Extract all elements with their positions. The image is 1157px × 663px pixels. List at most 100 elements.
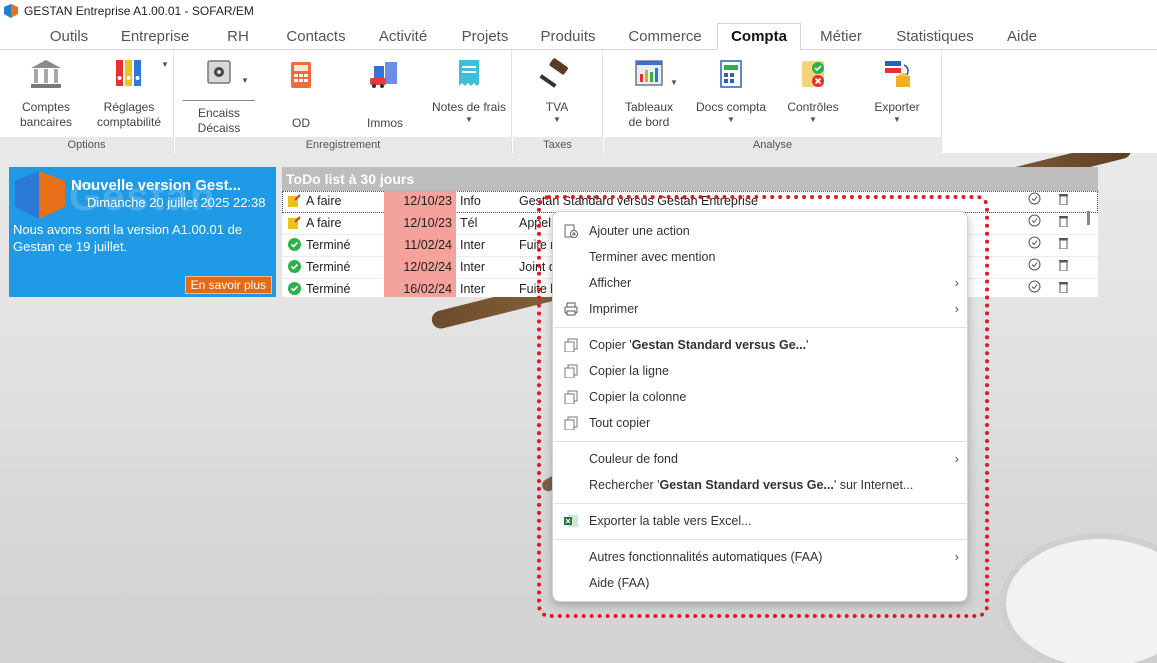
todo-status-cell: A faire xyxy=(288,213,384,235)
todo-status-text: Terminé xyxy=(306,282,351,296)
tab-metier[interactable]: Métier xyxy=(808,26,874,50)
tab-rh[interactable]: RH xyxy=(210,26,266,50)
reglages-label-1: Réglages xyxy=(103,100,155,114)
todo-scrollbar[interactable] xyxy=(1087,211,1090,225)
menu-item-label-value: Gestan Standard versus Ge... xyxy=(659,478,834,492)
context-menu: Ajouter une action Terminer avec mention… xyxy=(552,211,968,602)
exporter-button[interactable]: Exporter ▼ xyxy=(862,56,932,125)
exporter-caret-icon: ▼ xyxy=(893,115,901,124)
trash-icon[interactable] xyxy=(1058,213,1072,235)
encaiss-label-1: Encaiss xyxy=(197,106,241,120)
menu-item-label: Terminer avec mention xyxy=(589,250,716,264)
comptes-bancaires-label-1: Comptes xyxy=(21,100,71,114)
trash-icon[interactable] xyxy=(1058,257,1072,279)
menu-item-exporter-excel[interactable]: Exporter la table vers Excel... xyxy=(554,508,968,534)
menu-item-label: Copier la ligne xyxy=(589,364,669,378)
tab-commerce[interactable]: Commerce xyxy=(616,26,714,50)
todo-date-cell: 12/10/23 xyxy=(384,191,456,213)
news-body: Nous avons sorti la version A1.00.01 de … xyxy=(13,222,243,254)
mark-done-icon[interactable] xyxy=(1028,257,1044,279)
notes-de-frais-button[interactable]: Notes de frais ▼ xyxy=(429,56,509,125)
copy-icon xyxy=(564,390,578,404)
group-label-analyse: Analyse xyxy=(604,137,941,153)
dashboard-icon xyxy=(635,60,663,86)
app-logo-icon xyxy=(4,4,18,18)
od-label: OD xyxy=(292,116,310,130)
bank-icon xyxy=(31,60,61,88)
tableaux-de-bord-button[interactable]: Tableaux de bord xyxy=(614,56,684,130)
tableaux-dropdown-caret-icon[interactable]: ▼ xyxy=(670,78,678,87)
tab-projets[interactable]: Projets xyxy=(450,26,520,50)
mark-done-icon[interactable] xyxy=(1028,213,1044,235)
tab-produits[interactable]: Produits xyxy=(530,26,606,50)
docs-compta-button[interactable]: Docs compta ▼ xyxy=(694,56,768,125)
ribbon-group-options: Comptes bancaires Réglages comptabilité … xyxy=(0,50,174,153)
gavel-icon xyxy=(539,58,568,88)
od-button[interactable]: OD xyxy=(271,56,331,131)
group-label-taxes: Taxes xyxy=(513,137,602,153)
comptes-bancaires-button[interactable]: Comptes bancaires xyxy=(10,56,82,130)
menu-item-label: Tout copier xyxy=(589,416,651,430)
encaiss-decaiss-button[interactable]: Encaiss Décaiss xyxy=(181,56,257,136)
controles-caret-icon: ▼ xyxy=(809,115,817,124)
immos-button[interactable]: Immos xyxy=(355,56,415,131)
menu-item-label: Exporter la table vers Excel... xyxy=(589,514,752,528)
menu-item-copier-colonne[interactable]: Copier la colonne xyxy=(554,384,968,410)
menu-item-label: Imprimer xyxy=(589,302,639,316)
tab-compta[interactable]: Compta xyxy=(717,23,801,51)
menu-item-autres-faa[interactable]: Autres fonctionnalités automatiques (FAA… xyxy=(554,544,968,570)
todo-date-cell: 12/02/24 xyxy=(384,257,456,279)
reglages-dropdown-caret-icon[interactable]: ▼ xyxy=(161,60,169,69)
exporter-label: Exporter xyxy=(874,100,920,114)
news-title: Nouvelle version Gest... xyxy=(71,177,242,194)
menu-item-aide-faa[interactable]: Aide (FAA) xyxy=(554,570,968,596)
controles-button[interactable]: Contrôles ▼ xyxy=(780,56,846,125)
tab-contacts[interactable]: Contacts xyxy=(276,26,356,50)
menu-item-couleur-fond[interactable]: Couleur de fond › xyxy=(554,446,968,472)
trash-icon[interactable] xyxy=(1058,279,1072,297)
todo-status-text: A faire xyxy=(306,216,342,230)
trash-icon[interactable] xyxy=(1058,235,1072,257)
ribbon: Comptes bancaires Réglages comptabilité … xyxy=(0,50,942,153)
mark-done-icon[interactable] xyxy=(1028,191,1044,213)
todo-type-cell: Inter xyxy=(460,260,486,274)
menu-item-copier-cellule[interactable]: Copier 'Gestan Standard versus Ge...' xyxy=(554,332,968,358)
reglages-comptabilite-button[interactable]: Réglages comptabilité xyxy=(90,56,168,130)
menu-item-tout-copier[interactable]: Tout copier xyxy=(554,410,968,436)
tab-entreprise[interactable]: Entreprise xyxy=(110,26,200,50)
submenu-arrow-icon: › xyxy=(954,451,959,466)
ribbon-group-enregistrement: Encaiss Décaiss ▼ OD Immos Notes de frai… xyxy=(175,50,512,153)
encaiss-dropdown-caret-icon[interactable]: ▼ xyxy=(241,76,249,85)
todo-type-cell: Info xyxy=(460,194,481,208)
mark-done-icon[interactable] xyxy=(1028,235,1044,257)
menu-item-rechercher-internet[interactable]: Rechercher 'Gestan Standard versus Ge...… xyxy=(554,472,968,498)
done-check-icon xyxy=(288,260,301,273)
menu-item-copier-ligne[interactable]: Copier la ligne xyxy=(554,358,968,384)
todo-pending-icon xyxy=(288,194,301,207)
tva-button[interactable]: TVA ▼ xyxy=(521,56,593,125)
tab-outils[interactable]: Outils xyxy=(30,26,108,50)
export-icon xyxy=(885,61,910,87)
todo-status-cell: Terminé xyxy=(288,235,384,257)
menu-item-ajouter-action[interactable]: Ajouter une action xyxy=(554,218,968,244)
ribbon-group-taxes: TVA ▼ Taxes xyxy=(513,50,603,153)
menu-item-imprimer[interactable]: Imprimer › xyxy=(554,296,968,322)
add-action-icon xyxy=(564,224,578,238)
notes-de-frais-label: Notes de frais xyxy=(431,100,507,114)
todo-status-cell: Terminé xyxy=(288,279,384,297)
calculator-icon xyxy=(291,62,311,88)
news-date: Dimanche 20 juillet 2025 22:38 xyxy=(87,195,266,210)
tableaux-label-2: de bord xyxy=(628,115,670,129)
trash-icon[interactable] xyxy=(1058,191,1072,213)
menu-item-afficher[interactable]: Afficher › xyxy=(554,270,968,296)
en-savoir-plus-button[interactable]: En savoir plus xyxy=(184,276,272,294)
tab-aide[interactable]: Aide xyxy=(994,26,1050,50)
menu-item-terminer-mention[interactable]: Terminer avec mention xyxy=(554,244,968,270)
group-label-options: Options xyxy=(0,137,173,153)
binders-icon xyxy=(116,60,141,86)
todo-type-cell: Inter xyxy=(460,238,486,252)
ribbon-empty-area xyxy=(942,50,1157,153)
tab-statistiques[interactable]: Statistiques xyxy=(884,26,986,50)
mark-done-icon[interactable] xyxy=(1028,279,1044,297)
tab-activite[interactable]: Activité xyxy=(366,26,440,50)
